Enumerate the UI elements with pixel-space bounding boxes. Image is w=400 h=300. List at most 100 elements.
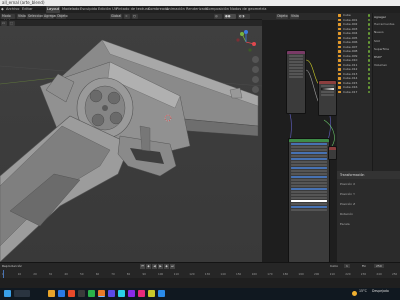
playback-menu[interactable]: Reproducción [2,264,22,268]
properties-panel[interactable]: Transformación Posición X Posición Y Pos… [337,171,400,262]
office-icon[interactable] [68,290,75,297]
camera-view-icon[interactable] [252,76,259,83]
sidebar-row[interactable]: Superficie [373,45,400,53]
app-icon[interactable] [158,290,165,297]
jump-end-icon[interactable]: ⏭ [170,264,175,269]
timeline-ruler[interactable]: 0102030405060708090100110120130140150160… [0,271,400,278]
proportional-icon[interactable]: ○ [132,14,138,19]
blender-logo-icon[interactable]: ◆ [1,6,4,13]
sidebar-tab-add[interactable]: Agregar [373,13,400,21]
cursor-tool-icon[interactable]: ▭ [1,20,7,26]
visibility-eye-icon[interactable] [367,41,370,44]
select-menu[interactable]: Seleccionar [27,14,46,19]
visibility-eye-icon[interactable] [367,63,370,66]
visibility-eye-icon[interactable] [367,50,370,53]
sidebar-row[interactable]: Nuevo [373,27,400,37]
property-row[interactable]: Posición Y [337,189,400,199]
start-frame-field[interactable]: 1 [344,264,350,268]
prev-keyframe-icon[interactable]: ◆ [146,264,151,269]
color-ramp-node[interactable] [318,80,337,116]
visibility-eye-icon[interactable] [367,23,370,26]
visibility-eye-icon[interactable] [367,59,370,62]
shading-material-icon[interactable]: ◐◑ [238,14,250,19]
store-icon[interactable] [78,290,85,297]
revolver-model[interactable] [0,26,262,262]
workspace-tab-uv[interactable]: Edición UV [98,6,117,13]
app-icon[interactable] [118,290,125,297]
app-icon[interactable] [138,290,145,297]
shading-solid-icon[interactable]: ●● [224,14,236,19]
workspace-tab-modeling[interactable]: Modelado [62,6,79,13]
view-menu[interactable]: Vista [17,14,26,19]
property-row[interactable]: Posición Z [337,199,400,209]
workspace-tab-geometry-nodes[interactable]: Nodos de geometría [230,6,267,13]
property-row[interactable]: Escala [337,219,400,229]
sidebar-row[interactable]: Slot [373,37,400,45]
visibility-eye-icon[interactable] [367,54,370,57]
visibility-eye-icon[interactable] [367,81,370,84]
visibility-eye-icon[interactable] [367,27,370,30]
play-icon[interactable]: ▶ [158,264,163,269]
sidebar-row[interactable]: BSDF [373,53,400,61]
file-explorer-icon[interactable] [48,290,55,297]
perspective-toggle-icon[interactable] [252,86,259,93]
visibility-eye-icon[interactable] [367,77,370,80]
workspace-tab-animation[interactable]: Animación [166,6,185,13]
search-box[interactable] [14,290,30,297]
property-row[interactable]: Rotación [337,209,400,219]
shader-node-editor[interactable] [262,20,337,262]
node-object-select[interactable]: Objeto [276,14,288,19]
app-icon[interactable] [128,290,135,297]
end-frame-field[interactable]: 250 [374,264,384,268]
3d-viewport[interactable] [0,26,262,262]
node-view-menu[interactable]: Vista [290,14,299,19]
visibility-eye-icon[interactable] [367,45,370,48]
principled-bsdf-node[interactable] [288,138,330,262]
sidebar-row[interactable]: Volumen [373,61,400,69]
app-icon[interactable] [108,290,115,297]
playhead[interactable] [3,270,4,278]
visibility-eye-icon[interactable] [367,72,370,75]
timeline[interactable]: Reproducción ⏮ ◆ ◀ ▶ ◆ ⏭ Inicio 1 Fin 25… [0,262,400,278]
transform-orientation-select[interactable]: Global [110,14,122,19]
property-row[interactable]: Posición X [337,179,400,189]
timeline-tick-label: 240 [376,272,382,276]
visibility-eye-icon[interactable] [367,68,370,71]
workspace-tab-texture[interactable]: Pintado de textura [116,6,149,13]
workspace-tab-sculpting[interactable]: Esculpido [80,6,97,13]
add-menu[interactable]: Agregar [43,14,57,19]
chrome-icon[interactable] [88,290,95,297]
zoom-icon[interactable] [252,56,259,63]
menu-edit[interactable]: Editar [22,6,33,13]
navigation-gizmo-icon[interactable] [234,30,258,54]
visibility-eye-icon[interactable] [367,36,370,39]
object-menu[interactable]: Objeto [56,14,68,19]
blender-taskbar-icon[interactable] [98,290,105,297]
material-output-node[interactable] [328,146,337,160]
select-box-icon[interactable]: ⬚ [9,20,15,26]
viewport-overlays-icon[interactable]: ◎ [214,14,222,19]
properties-section-title[interactable]: Transformación [337,171,400,179]
outliner-row[interactable]: Cube.017 [337,90,372,95]
visibility-eye-icon[interactable] [367,32,370,35]
weather-sun-icon[interactable] [352,291,357,296]
next-keyframe-icon[interactable]: ◆ [164,264,169,269]
mode-select[interactable]: Modo objeto [1,14,15,23]
status-bar [0,278,400,288]
visibility-eye-icon[interactable] [367,14,370,17]
workspace-tab-layout[interactable]: Layout [46,6,61,13]
visibility-eye-icon[interactable] [367,86,370,89]
jump-start-icon[interactable]: ⏮ [140,264,145,269]
menu-file[interactable]: Archivo [6,6,19,13]
outliner[interactable]: Cube Cube.001 Cube.002 Cube.003 Cube.004 Cube… [337,13,372,171]
play-reverse-icon[interactable]: ◀ [152,264,157,269]
snap-icon[interactable]: ⊹ [124,14,130,19]
edge-icon[interactable] [58,290,65,297]
image-texture-node[interactable] [286,50,306,114]
pan-hand-icon[interactable] [252,66,259,73]
workspace-tab-compositing[interactable]: Composición [206,6,229,13]
visibility-eye-icon[interactable] [367,90,370,93]
windows-start-icon[interactable] [4,290,11,297]
visibility-eye-icon[interactable] [367,18,370,21]
app-icon[interactable] [148,290,155,297]
